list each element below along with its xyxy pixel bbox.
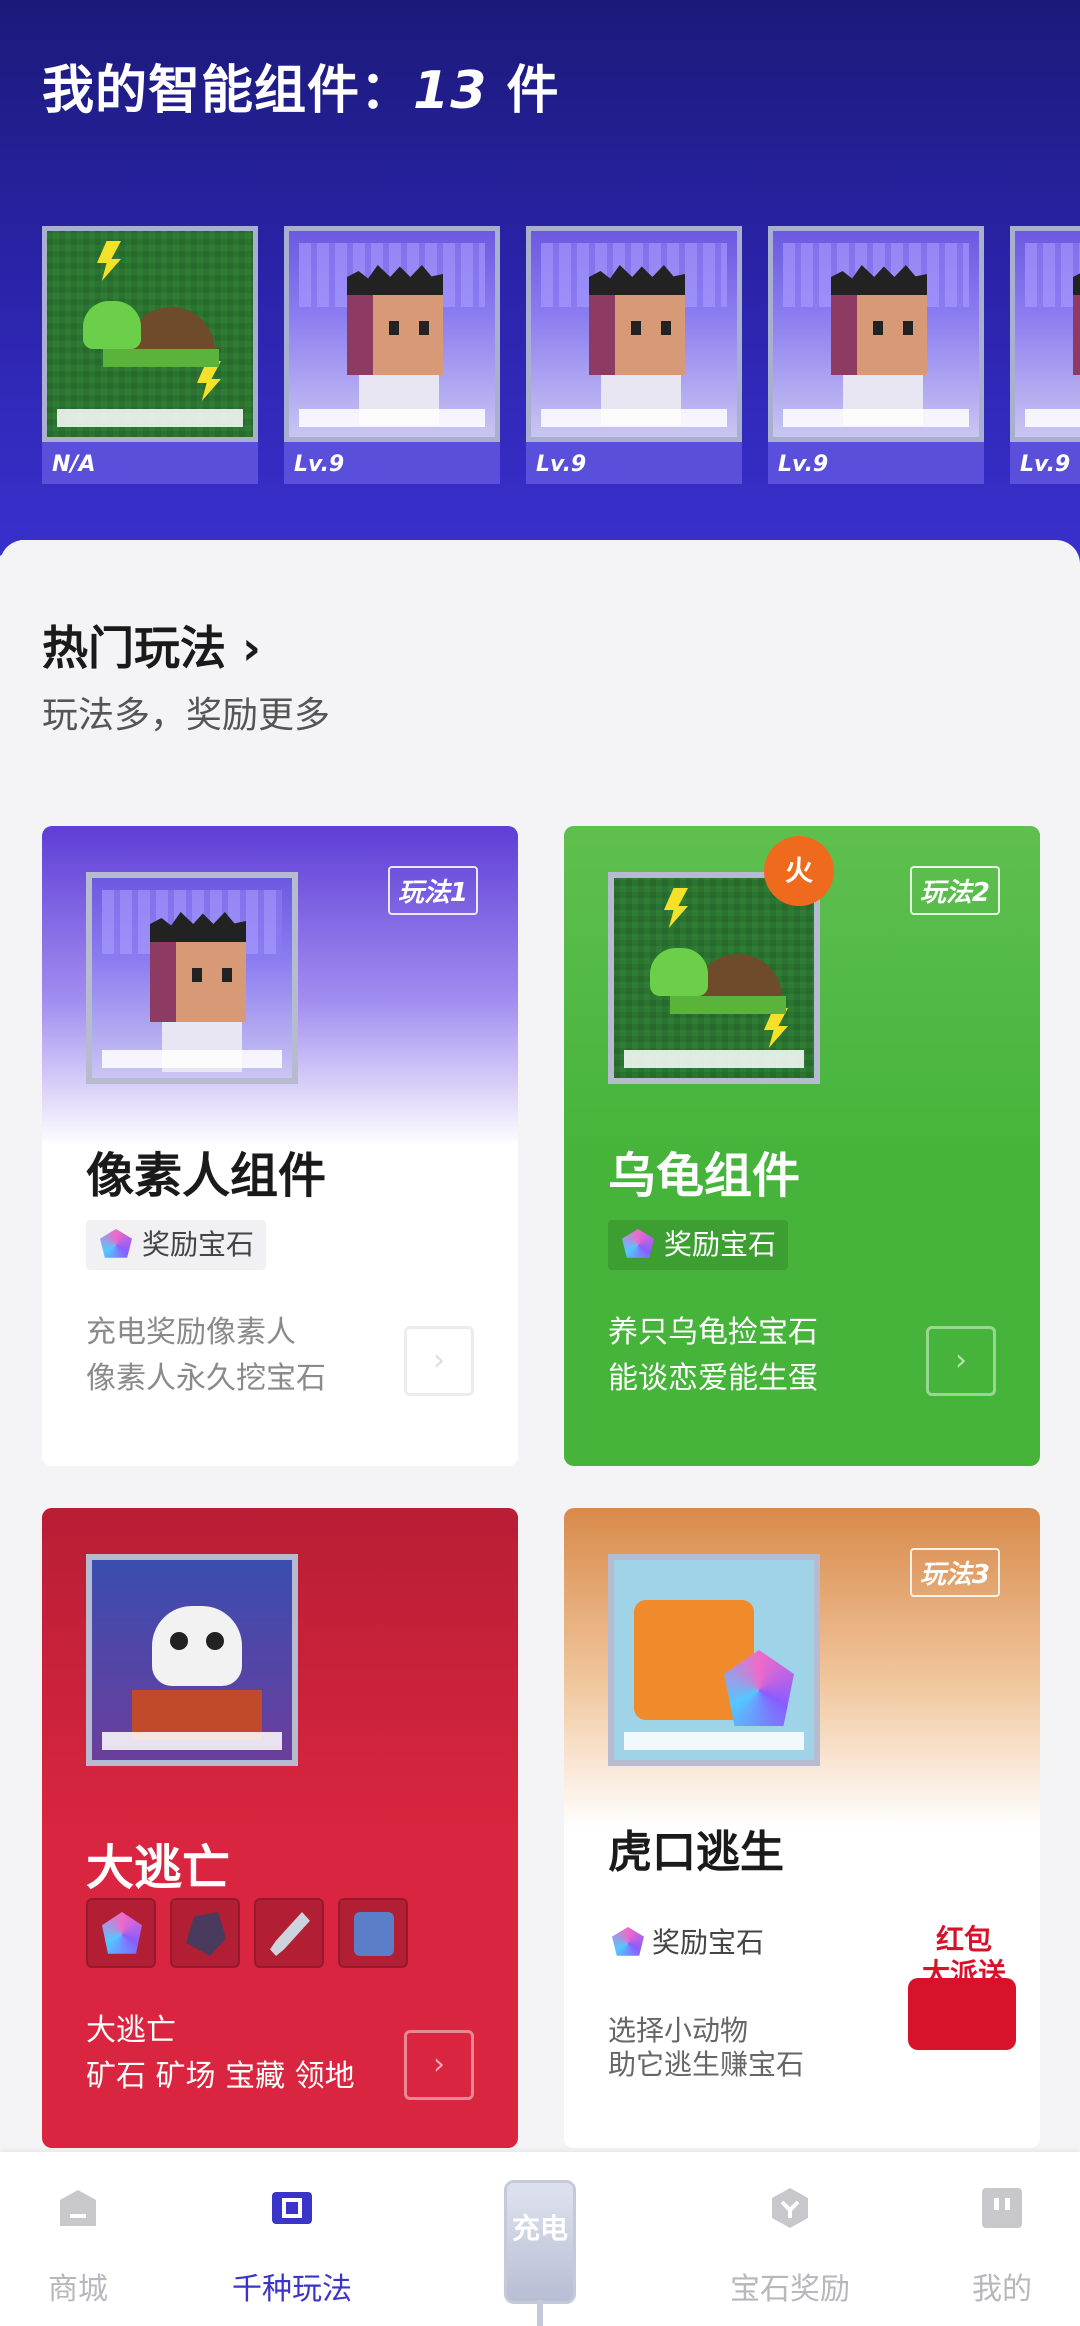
pixel-man-widget-image (284, 226, 500, 442)
widget-item[interactable]: Lv.9 (1010, 226, 1080, 486)
header-banner: 我的智能组件：13 件 N/A Lv.9 Lv.9 Lv.9 Lv.9 (0, 0, 1080, 600)
profile-icon (982, 2188, 1022, 2228)
game-card-tiger-escape[interactable]: 玩法3 虎口逃生 奖励宝石 选择小动物 助它逃生赚宝石 红包 大派送 (564, 1508, 1040, 2148)
reward-badge: 奖励宝石 (608, 1918, 776, 1968)
dagger-icon (254, 1898, 324, 1968)
chip-icon (272, 2192, 312, 2224)
mode-tag: 玩法2 (909, 866, 1000, 915)
escape-thumbnail (86, 1554, 298, 1766)
mode-tag: 玩法1 (387, 866, 478, 915)
red-packet-promo[interactable]: 红包 大派送 (902, 1918, 1022, 2058)
section-subtitle: 玩法多，奖励更多 (42, 695, 331, 736)
section-title[interactable]: 热门玩法 › (42, 612, 261, 678)
card-title: 乌龟组件 (608, 1148, 801, 1204)
chevron-right-button[interactable]: › (404, 1326, 474, 1396)
charger-label: 充电 (511, 2212, 568, 2245)
card-description: 大逃亡 矿石 矿场 宝藏 领地 (86, 2013, 355, 2094)
widget-item[interactable]: N/A (42, 226, 258, 486)
gem-icon (612, 1927, 644, 1956)
bottom-nav: 商城 千种玩法 充电 宝石奖励 我的 (0, 2152, 1080, 2326)
charger-cable (537, 2300, 543, 2326)
gem-icon (622, 1229, 654, 1258)
pixel-man-widget-image (526, 226, 742, 442)
backpack-icon (338, 1898, 408, 1968)
widget-strip[interactable]: N/A Lv.9 Lv.9 Lv.9 Lv.9 (42, 226, 1080, 486)
nav-item-profile[interactable]: 我的 (940, 2152, 1064, 2326)
widget-level: N/A (42, 442, 258, 484)
widget-level: Lv.9 (1010, 442, 1080, 484)
ore-icon (170, 1898, 240, 1968)
chevron-right-button[interactable]: › (404, 2030, 474, 2100)
mode-tag: 玩法3 (909, 1548, 1000, 1597)
card-title: 像素人组件 (86, 1148, 327, 1204)
card-title: 大逃亡 (86, 1840, 231, 1896)
game-card-turtle[interactable]: 火 玩法2 乌龟组件 奖励宝石 养只乌龟捡宝石 能谈恋爱能生蛋 › (564, 826, 1040, 1466)
gem-badge-icon (772, 2188, 808, 2228)
card-description: 养只乌龟捡宝石 能谈恋爱能生蛋 (608, 1315, 818, 1396)
gem-icon (100, 1229, 132, 1258)
reward-badge: 奖励宝石 (86, 1220, 267, 1270)
widget-item[interactable]: Lv.9 (768, 226, 984, 486)
widget-level: Lv.9 (284, 442, 500, 484)
turtle-widget-image (42, 226, 258, 442)
nav-item-games[interactable]: 千种玩法 (210, 2152, 374, 2326)
nav-item-shop[interactable]: 商城 (0, 2152, 156, 2326)
charger-button[interactable]: 充电 (504, 2180, 576, 2304)
sheet-notch (0, 540, 410, 580)
widget-item[interactable]: Lv.9 (284, 226, 500, 486)
chevron-right-button[interactable]: › (926, 1326, 996, 1396)
pixel-man-thumbnail (86, 872, 298, 1084)
card-description: 选择小动物 助它逃生赚宝石 (608, 2014, 805, 2081)
game-card-great-escape[interactable]: 大逃亡 大逃亡 矿石 矿场 宝藏 领地 › (42, 1508, 518, 2148)
gem-icon (86, 1898, 156, 1968)
game-card-pixel-man[interactable]: 玩法1 像素人组件 奖励宝石 充电奖励像素人 像素人永久挖宝石 › (42, 826, 518, 1466)
widget-item[interactable]: Lv.9 (526, 226, 742, 486)
pixel-man-widget-image (1010, 226, 1080, 442)
widget-count-title: 我的智能组件：13 件 (42, 61, 560, 121)
tiger-thumbnail (608, 1554, 820, 1766)
reward-badge: 奖励宝石 (608, 1220, 789, 1270)
nav-item-gem-rewards[interactable]: 宝石奖励 (720, 2152, 860, 2326)
card-title: 虎口逃生 (608, 1827, 784, 1878)
hot-badge: 火 (764, 836, 834, 906)
widget-level: Lv.9 (526, 442, 742, 484)
widget-level: Lv.9 (768, 442, 984, 484)
card-description: 充电奖励像素人 像素人永久挖宝石 (86, 1315, 326, 1396)
shop-icon (60, 2190, 96, 2226)
pixel-man-widget-image (768, 226, 984, 442)
